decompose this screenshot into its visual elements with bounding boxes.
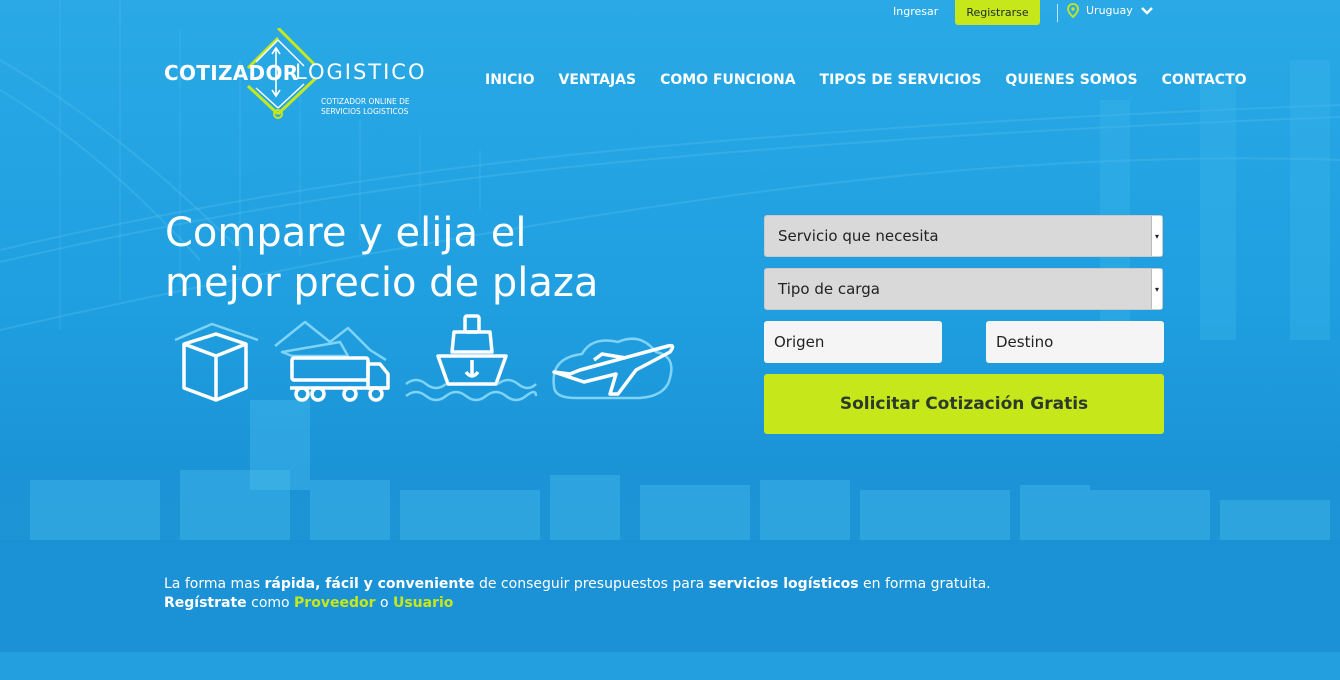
select-arrow-icon: ▾ [1151, 269, 1162, 309]
nav-item-ventajas[interactable]: VENTAJAS [559, 72, 637, 88]
plane-icon [552, 337, 675, 400]
headline-line1: Compare y elija el [165, 210, 527, 256]
login-link[interactable]: Ingresar [893, 5, 938, 18]
register-link[interactable]: Regístrate [164, 595, 247, 611]
tagline-emphasis: servicios logísticos [708, 576, 859, 592]
nav-item-quienes-somos[interactable]: QUIENES SOMOS [1005, 72, 1137, 88]
register-button[interactable]: Registrarse [955, 0, 1040, 25]
tagline-text: en forma gratuita. [858, 576, 991, 592]
request-quote-button[interactable]: Solicitar Cotización Gratis [764, 374, 1164, 434]
register-user-link[interactable]: Usuario [393, 595, 453, 611]
logo-subtitle-line2: SERVICIOS LOGISTICOS [321, 107, 409, 116]
cargo-type-select-value: Tipo de carga [778, 280, 880, 298]
country-selector[interactable]: Uruguay [1067, 3, 1154, 18]
hero-tagline: La forma mas rápida, fácil y conveniente… [164, 575, 991, 613]
box-icon [174, 322, 259, 402]
chevron-down-icon [1140, 6, 1153, 15]
headline-line2: mejor precio de plaza [165, 260, 599, 306]
logo-subtitle: COTIZADOR ONLINE DE SERVICIOS LOGISTICOS [321, 97, 410, 117]
nav-item-como-funciona[interactable]: COMO FUNCIONA [660, 72, 795, 88]
select-arrow-icon: ▾ [1151, 216, 1162, 256]
hero-headline: Compare y elija el mejor precio de plaza [165, 208, 598, 308]
nav-item-contacto[interactable]: CONTACTO [1162, 72, 1247, 88]
tagline-line1: La forma mas rápida, fácil y conveniente… [164, 575, 991, 594]
logo-word-cotizador: COTIZADOR [164, 61, 299, 85]
site-logo[interactable]: COTIZADOR LOGISTICO COTIZADOR ONLINE DE … [164, 28, 427, 124]
main-nav: INICIO VENTAJAS COMO FUNCIONA TIPOS DE S… [485, 72, 1247, 88]
service-select[interactable]: Servicio que necesita ▾ [764, 215, 1163, 257]
tagline-text: o [375, 595, 393, 611]
origin-input[interactable] [764, 321, 942, 363]
service-icons [174, 314, 675, 402]
nav-item-tipos-de-servicios[interactable]: TIPOS DE SERVICIOS [820, 72, 982, 88]
tagline-emphasis: rápida, fácil y conveniente [264, 576, 475, 592]
country-label: Uruguay [1086, 4, 1133, 17]
destination-input[interactable] [986, 321, 1164, 363]
logo-subtitle-line1: COTIZADOR ONLINE DE [321, 97, 410, 106]
truck-icon [274, 320, 390, 402]
tagline-line2: Regístrate como Proveedor o Usuario [164, 594, 991, 613]
tagline-text: de conseguir presupuestos para [474, 576, 709, 592]
service-select-value: Servicio que necesita [778, 227, 939, 245]
nav-item-inicio[interactable]: INICIO [485, 72, 535, 88]
bottom-strip [0, 652, 1340, 680]
tagline-text: como [246, 595, 295, 611]
register-provider-link[interactable]: Proveedor [294, 595, 375, 611]
ship-icon [405, 314, 538, 402]
hero-section: Ingresar Registrarse Uruguay COTIZADOR L… [0, 0, 1340, 680]
topbar-divider [1057, 4, 1058, 22]
logo-word-logistico: LOGISTICO [295, 60, 427, 84]
tagline-text: La forma mas [164, 576, 265, 592]
location-pin-icon [1067, 3, 1079, 18]
cargo-type-select[interactable]: Tipo de carga ▾ [764, 268, 1163, 310]
